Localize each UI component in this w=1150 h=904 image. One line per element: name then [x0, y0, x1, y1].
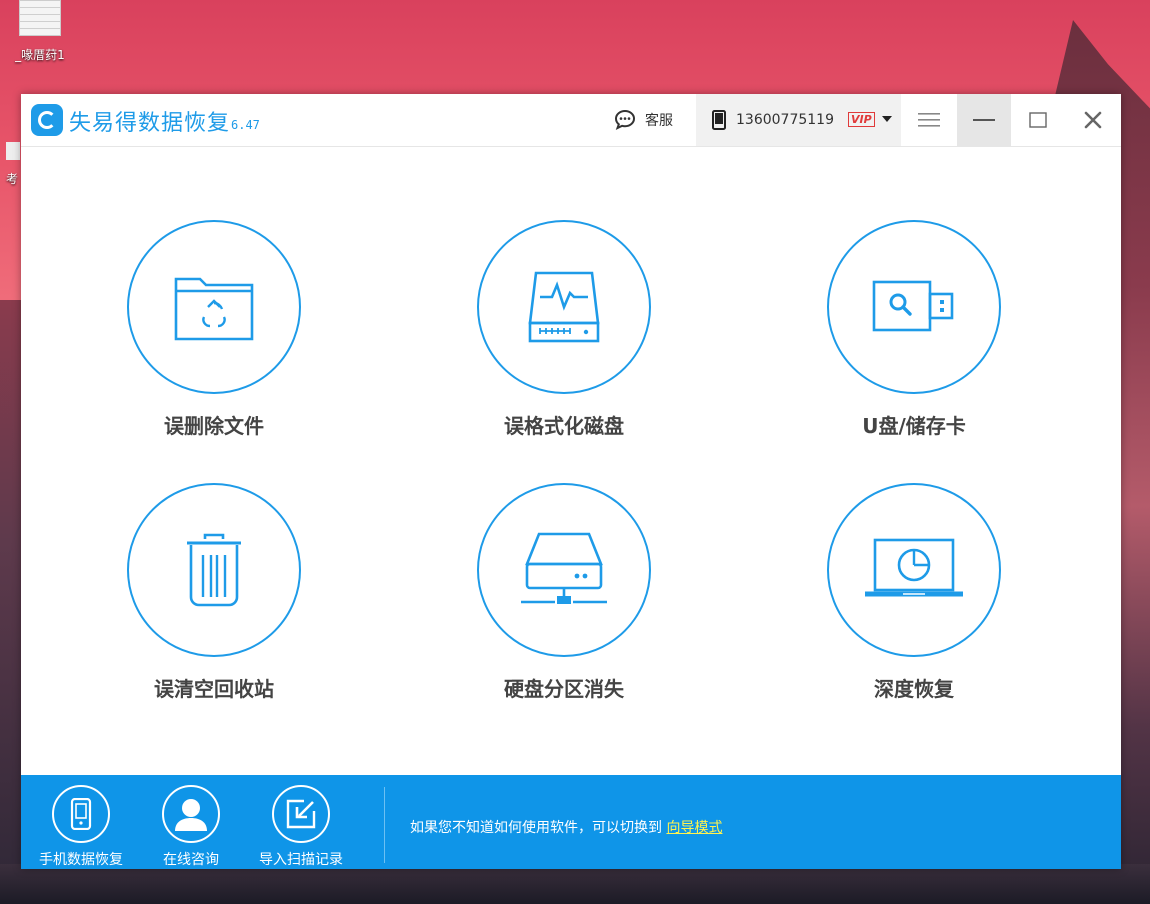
footer-hint: 如果您不知道如何使用软件，可以切换到 向导模式: [410, 817, 722, 837]
phone-icon: [70, 798, 92, 830]
tile-recycle-bin[interactable]: 误清空回收站: [94, 483, 334, 702]
footer-label: 在线咨询: [163, 852, 219, 868]
tile-deep-recovery[interactable]: 深度恢复: [794, 483, 1034, 702]
network-drive-icon: [521, 532, 607, 604]
phone-icon: [712, 110, 726, 130]
tile-label: 深度恢复: [874, 677, 954, 701]
desktop-mountain-left: [0, 300, 22, 904]
tile-circle: [827, 220, 1001, 394]
chevron-down-icon[interactable]: [882, 116, 892, 122]
hamburger-icon: [918, 113, 940, 127]
menu-button[interactable]: [901, 94, 957, 146]
chat-bubble-icon: [614, 109, 636, 130]
tile-partition-lost[interactable]: 硬盘分区消失: [444, 483, 684, 702]
close-button[interactable]: [1065, 94, 1121, 146]
usb-search-icon: [872, 280, 954, 332]
footer-phone-recovery[interactable]: 手机数据恢复: [31, 785, 131, 869]
app-version: 6.47: [231, 118, 260, 132]
tile-usb-card[interactable]: U盘/储存卡: [794, 220, 1034, 439]
tile-label: 误删除文件: [164, 414, 264, 438]
laptop-scan-icon: [865, 538, 963, 597]
wizard-mode-link[interactable]: 向导模式: [666, 820, 722, 836]
footer-label: 导入扫描记录: [259, 852, 343, 868]
vip-badge: VIP: [848, 112, 875, 127]
document-icon: [6, 142, 20, 160]
account-area[interactable]: 13600775119 VIP: [696, 94, 901, 146]
desktop-ground: [0, 864, 1150, 904]
footer-circle: [52, 785, 110, 843]
title-bar[interactable]: 失易得数据恢复 6.47 客服 13600775119 VIP: [21, 94, 1121, 147]
trash-icon: [187, 533, 241, 607]
account-phone: 13600775119: [736, 112, 834, 128]
minimize-button[interactable]: [957, 94, 1011, 146]
tile-circle: [127, 220, 301, 394]
footer-online-consult[interactable]: 在线咨询: [141, 785, 241, 869]
document-icon: [19, 0, 61, 36]
person-icon: [175, 799, 207, 831]
hint-text: 如果您不知道如何使用软件，可以切换到: [410, 820, 662, 836]
tile-circle: [477, 483, 651, 657]
minimize-icon: [973, 119, 995, 121]
maximize-button[interactable]: [1011, 94, 1065, 146]
app-title: 失易得数据恢复: [69, 111, 231, 136]
footer-divider: [384, 787, 385, 863]
folder-recycle-icon: [174, 277, 254, 341]
tile-circle: [477, 220, 651, 394]
footer-circle: [272, 785, 330, 843]
tile-label: U盘/储存卡: [862, 414, 966, 438]
desktop-file-icon[interactable]: _喙厝荮1: [10, 0, 70, 63]
support-button[interactable]: 客服: [613, 107, 673, 133]
desktop-file-label: _喙厝荮1: [15, 48, 65, 62]
tile-formatted-disk[interactable]: 误格式化磁盘: [444, 220, 684, 439]
desktop-file-icon-2[interactable]: 考: [6, 142, 22, 187]
app-logo-icon: [31, 104, 63, 136]
footer-bar: 手机数据恢复 在线咨询 导入扫描记录 如果您不知道如何使用软件，可以切换到 向导…: [21, 775, 1121, 869]
tile-label: 误清空回收站: [154, 677, 274, 701]
tile-label: 硬盘分区消失: [504, 677, 624, 701]
close-icon: [1084, 111, 1102, 129]
tile-deleted-files[interactable]: 误删除文件: [94, 220, 334, 439]
footer-import-scan[interactable]: 导入扫描记录: [251, 785, 351, 869]
footer-circle: [162, 785, 220, 843]
app-window: 失易得数据恢复 6.47 客服 13600775119 VIP 误删除文件 误格…: [21, 94, 1121, 869]
tile-label: 误格式化磁盘: [504, 414, 624, 438]
footer-label: 手机数据恢复: [39, 852, 123, 868]
import-icon: [286, 799, 316, 829]
support-label: 客服: [645, 113, 673, 129]
maximize-icon: [1029, 112, 1047, 128]
disk-pulse-icon: [528, 271, 600, 343]
desktop-file-label-2: 考: [6, 172, 19, 186]
tile-circle: [127, 483, 301, 657]
tile-circle: [827, 483, 1001, 657]
